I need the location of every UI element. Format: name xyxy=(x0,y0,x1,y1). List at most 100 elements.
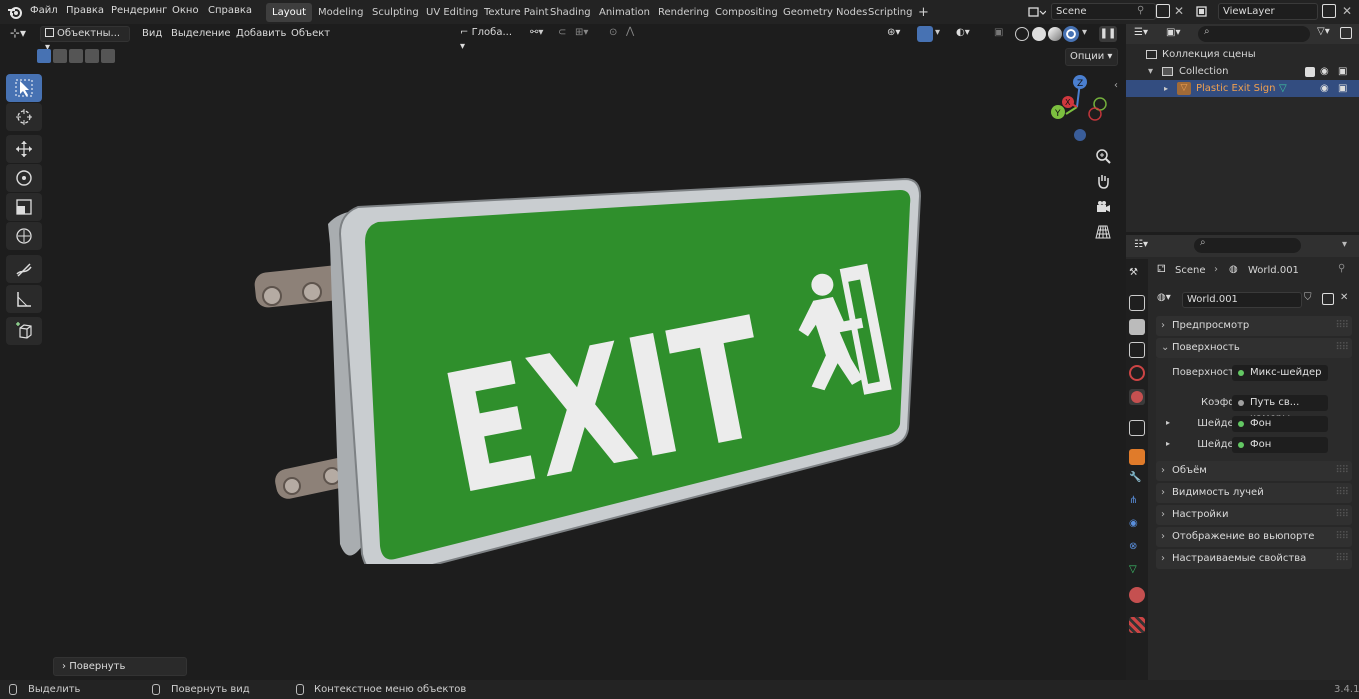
tab-modeling[interactable]: Modeling xyxy=(312,3,370,22)
pin-icon[interactable]: ⚲ xyxy=(1137,5,1144,16)
add-cube-tool[interactable] xyxy=(6,317,42,345)
mesh-data-icon[interactable]: ▽ xyxy=(1279,80,1287,97)
proportional-edit-icon[interactable]: ⊙ xyxy=(609,27,617,38)
navigation-gizmo[interactable]: Z X Y xyxy=(1044,74,1110,144)
tab-layout[interactable]: Layout xyxy=(266,3,312,22)
transform-tool[interactable] xyxy=(6,222,42,250)
exit-sign-object[interactable]: EXIT xyxy=(240,174,930,564)
menu-add[interactable]: Добавить xyxy=(236,28,286,39)
object-tab-icon[interactable] xyxy=(1129,449,1145,465)
collapse-arrow-icon[interactable]: ▾ xyxy=(1148,63,1153,80)
pause-render-icon[interactable]: ❚❚ xyxy=(1099,26,1117,42)
filter-icon[interactable]: ▽▾ xyxy=(1317,26,1330,37)
transform-orientation[interactable]: ⌐ Глоба... ▾ xyxy=(456,26,522,52)
new-viewlayer-icon[interactable] xyxy=(1322,4,1336,18)
view-layer-tab-icon[interactable] xyxy=(1129,342,1145,358)
render-tab-icon[interactable] xyxy=(1129,295,1145,311)
annotate-tool[interactable] xyxy=(6,255,42,283)
output-tab-icon[interactable] xyxy=(1129,319,1145,335)
new-collection-icon[interactable] xyxy=(1340,27,1352,39)
panel-ray-visibility[interactable]: › Видимость лучей ⠿⠿ xyxy=(1156,483,1352,503)
pan-hand-icon[interactable] xyxy=(1093,171,1113,191)
select-invert-icon[interactable] xyxy=(85,49,99,63)
tool-tab-icon[interactable]: ⚒ xyxy=(1129,267,1145,283)
panel-viewport-display[interactable]: › Отображение во вьюпорте ⠿⠿ xyxy=(1156,527,1352,547)
rotate-tool[interactable] xyxy=(6,164,42,192)
camera-icon[interactable]: ▣ xyxy=(1338,63,1347,80)
expand-arrow-icon[interactable]: ▸ xyxy=(1164,80,1168,97)
particles-tab-icon[interactable]: ⋔ xyxy=(1129,495,1145,511)
eye-icon[interactable]: ◉ xyxy=(1320,80,1329,97)
scale-tool[interactable] xyxy=(6,193,42,221)
camera-view-icon[interactable] xyxy=(1093,197,1113,217)
modifier-tab-icon[interactable]: 🔧 xyxy=(1129,472,1145,488)
menu-view[interactable]: Вид xyxy=(142,28,162,39)
perspective-grid-icon[interactable] xyxy=(1093,222,1113,242)
outliner-search-input[interactable]: ⌕ xyxy=(1198,26,1310,42)
tab-rendering[interactable]: Rendering xyxy=(652,3,715,22)
close-viewlayer-icon[interactable]: ✕ xyxy=(1342,4,1352,18)
material-shading-icon[interactable] xyxy=(1048,27,1062,41)
shading-options-icon[interactable]: ▾ xyxy=(1082,27,1087,38)
scene-icon[interactable] xyxy=(1028,5,1047,19)
panel-surface[interactable]: ⌄ Поверхность ⠿⠿ xyxy=(1156,338,1352,358)
select-extend-icon[interactable] xyxy=(53,49,67,63)
rendered-shading-icon[interactable] xyxy=(1063,26,1079,42)
snap-target-icon[interactable]: ⊞▾ xyxy=(575,27,588,38)
tab-sculpting[interactable]: Sculpting xyxy=(366,3,425,22)
drag-grip-icon[interactable]: ⠿⠿ xyxy=(1335,338,1349,358)
measure-tool[interactable] xyxy=(6,285,42,313)
tab-scripting[interactable]: Scripting xyxy=(862,3,918,22)
gizmo-toggle-icon[interactable] xyxy=(917,26,933,42)
texture-tab-icon[interactable] xyxy=(1129,617,1145,633)
options-chevron-icon[interactable]: ▾ xyxy=(1342,239,1347,250)
exclude-checkbox-icon[interactable] xyxy=(1305,67,1315,77)
drag-grip-icon[interactable]: ⠿⠿ xyxy=(1335,316,1349,336)
panel-settings[interactable]: › Настройки ⠿⠿ xyxy=(1156,505,1352,525)
world-browse-icon[interactable]: ◍▾ xyxy=(1157,292,1171,303)
panel-preview[interactable]: › Предпросмотр ⠿⠿ xyxy=(1156,316,1352,336)
camera-icon[interactable]: ▣ xyxy=(1338,80,1347,97)
fac-field[interactable]: Путь св... камеры xyxy=(1232,395,1328,424)
menu-render[interactable]: Рендеринг xyxy=(111,5,167,16)
display-mode-icon[interactable]: ▣▾ xyxy=(1166,27,1180,38)
options-button[interactable]: Опции ▾ xyxy=(1065,48,1118,66)
shader2-field[interactable]: Фон xyxy=(1232,437,1328,453)
tab-animation[interactable]: Animation xyxy=(593,3,656,22)
outliner-scene-collection[interactable]: Коллекция сцены xyxy=(1126,46,1359,63)
material-tab-icon[interactable] xyxy=(1129,587,1145,603)
mode-selector[interactable]: Объектны... ▾ xyxy=(40,26,130,53)
overlays-icon[interactable]: ◐▾ xyxy=(956,27,970,38)
drag-grip-icon[interactable]: ⠿⠿ xyxy=(1335,461,1349,481)
menu-window[interactable]: Окно xyxy=(172,5,199,16)
select-box-tool[interactable] xyxy=(6,74,42,102)
panel-volume[interactable]: › Объём ⠿⠿ xyxy=(1156,461,1352,481)
select-intersect-icon[interactable] xyxy=(101,49,115,63)
drag-grip-icon[interactable]: ⠿⠿ xyxy=(1335,549,1349,569)
duplicate-world-icon[interactable] xyxy=(1322,293,1334,305)
menu-file[interactable]: Файл xyxy=(30,5,58,16)
3d-viewport[interactable]: ⊹▾ Объектны... ▾ Вид Выделение Добавить … xyxy=(0,24,1124,680)
shader1-field[interactable]: Фон xyxy=(1232,416,1328,432)
drag-grip-icon[interactable]: ⠿⠿ xyxy=(1335,527,1349,547)
tab-geometry-nodes[interactable]: Geometry Nodes xyxy=(777,3,873,22)
properties-editor-icon[interactable]: ☷▾ xyxy=(1134,239,1148,250)
tab-compositing[interactable]: Compositing xyxy=(709,3,784,22)
snap-icon[interactable]: ⊂ xyxy=(558,27,566,38)
world-tab-icon[interactable] xyxy=(1129,389,1145,405)
solid-shading-icon[interactable] xyxy=(1032,27,1046,41)
falloff-icon[interactable]: ⋀ xyxy=(626,26,634,37)
sidebar-toggle-icon[interactable]: ‹ xyxy=(1114,80,1118,91)
physics-tab-icon[interactable]: ◉ xyxy=(1129,518,1145,534)
collection-tab-icon[interactable] xyxy=(1129,420,1145,436)
outliner-editor-icon[interactable]: ☰▾ xyxy=(1134,27,1148,38)
eye-icon[interactable]: ◉ xyxy=(1320,63,1329,80)
viewlayer-field[interactable]: ViewLayer xyxy=(1218,3,1318,20)
tab-shading[interactable]: Shading xyxy=(544,3,597,22)
blender-logo-icon[interactable] xyxy=(7,4,23,23)
wireframe-shading-icon[interactable] xyxy=(1015,27,1029,41)
surface-shader-field[interactable]: Микс-шейдер xyxy=(1232,365,1328,381)
pivot-icon[interactable]: ⚯▾ xyxy=(530,27,543,38)
scene-tab-icon[interactable] xyxy=(1129,365,1145,381)
pin-icon[interactable]: ⚲ xyxy=(1338,263,1345,274)
